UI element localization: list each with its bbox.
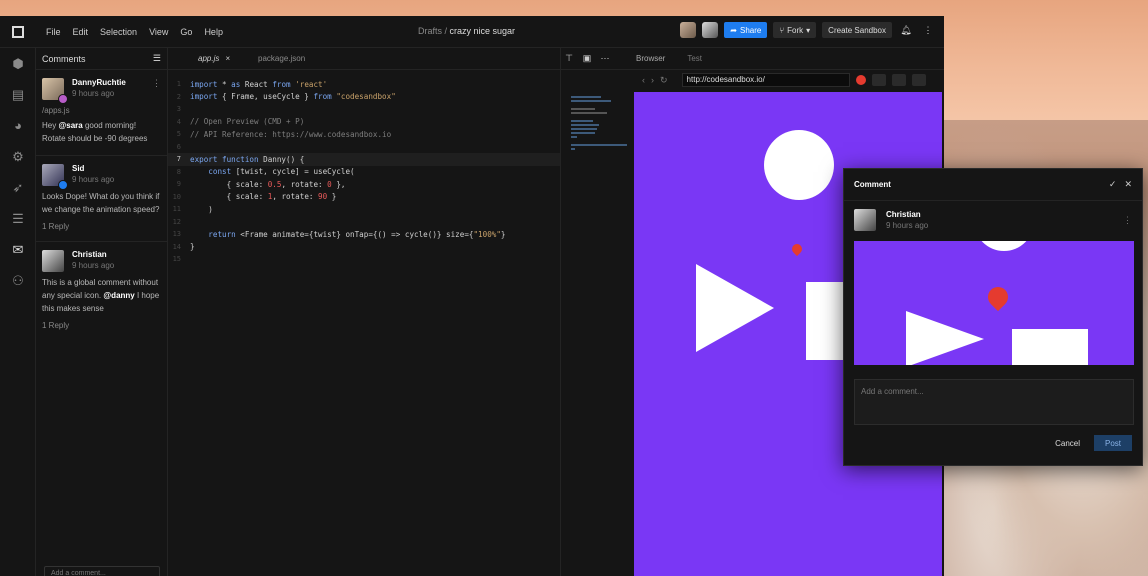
more-menu-icon[interactable]: ⋮: [920, 22, 936, 38]
code-editor[interactable]: app.js × package.json 1 import * as React …: [168, 48, 560, 576]
reply-count[interactable]: 1 Reply: [42, 222, 161, 231]
mention: @danny: [103, 291, 135, 300]
comment-time: 9 hours ago: [886, 221, 929, 230]
menu-file[interactable]: File: [40, 27, 67, 37]
deploy-rocket-icon[interactable]: ➶: [0, 172, 36, 203]
minimap[interactable]: [560, 48, 632, 576]
create-sandbox-button[interactable]: Create Sandbox: [822, 22, 892, 38]
forward-arrow-icon[interactable]: ›: [651, 75, 654, 85]
share-button[interactable]: ➦ Share: [724, 22, 768, 38]
tab-package-json[interactable]: package.json: [240, 48, 315, 70]
github-icon[interactable]: ◕: [0, 110, 36, 141]
more-icon[interactable]: ⋯: [596, 53, 614, 64]
chevron-down-icon: ▾: [806, 25, 811, 35]
collaborator-avatar[interactable]: [680, 22, 697, 38]
reply-input[interactable]: Add a comment...: [854, 379, 1134, 425]
server-icon[interactable]: ☰: [0, 203, 36, 234]
comment-item[interactable]: Sid 9 hours ago Looks Dope! What do you …: [36, 156, 167, 242]
mention: @sara: [58, 121, 83, 130]
comment-author: Christian: [72, 250, 107, 259]
cancel-button[interactable]: Cancel: [1055, 439, 1080, 448]
tab-test[interactable]: Test: [687, 54, 702, 63]
open-window-icon[interactable]: [891, 74, 906, 86]
avatar: [854, 209, 876, 231]
dialog-title: Comment: [854, 180, 891, 189]
more-options-icon[interactable]: ⋮: [1123, 215, 1132, 226]
fork-button[interactable]: ⑂ Fork ▾: [773, 22, 817, 38]
menu-help[interactable]: Help: [198, 27, 229, 37]
filter-icon[interactable]: ☰: [153, 53, 161, 64]
refresh-icon[interactable]: ↻: [660, 75, 668, 86]
split-view-icon[interactable]: ⊤: [560, 53, 578, 64]
code-badge-icon: [58, 180, 68, 190]
avatar: [42, 250, 64, 272]
tab-app-js[interactable]: app.js ×: [168, 48, 240, 70]
share-icon: ➦: [730, 25, 737, 35]
back-arrow-icon[interactable]: ‹: [642, 75, 645, 85]
responsive-icon[interactable]: [871, 74, 886, 86]
comments-title: Comments: [42, 53, 86, 64]
comment-body: Looks Dope! What do you think if we chan…: [42, 192, 160, 214]
menubar: File Edit Selection View Go Help Drafts …: [0, 16, 944, 48]
layout-icon[interactable]: ▣: [578, 53, 596, 64]
file-explorer-icon[interactable]: ▤: [0, 79, 36, 110]
comment-pin-icon[interactable]: [855, 75, 866, 85]
menu-edit[interactable]: Edit: [67, 27, 95, 37]
code-content[interactable]: 1 import * as React from 'react' 2 import …: [168, 78, 560, 266]
notifications-bell-icon[interactable]: 🔔︎: [898, 22, 914, 38]
url-input[interactable]: http://codesandbox.io/: [681, 73, 850, 87]
comment-author: Sid: [72, 164, 85, 173]
comment-dialog: Comment ✓ ✕ Christian 9 hours ago ⋮ Add …: [843, 168, 1143, 466]
screenshot-icon[interactable]: [911, 74, 926, 86]
comments-panel: Comments ☰ DannyRuchtie 9 hours ago ⋮ /a…: [36, 48, 168, 576]
comment-pin-marker[interactable]: [789, 241, 805, 257]
white-triangle-shape: [696, 264, 774, 352]
fork-icon: ⑂: [779, 25, 785, 35]
activity-bar: ⬢ ▤ ◕ ⚙ ➶ ☰ ✉ ⚇: [0, 48, 36, 576]
comment-time: 9 hours ago: [72, 261, 115, 270]
menu-go[interactable]: Go: [174, 27, 198, 37]
project-name[interactable]: crazy nice sugar: [450, 26, 516, 36]
comment-screenshot: [854, 241, 1134, 365]
comment-body: This is a global comment without any spe…: [42, 278, 160, 313]
avatar: [42, 164, 68, 190]
more-options-icon[interactable]: ⋮: [152, 78, 161, 89]
comment-item[interactable]: DannyRuchtie 9 hours ago ⋮ /apps.js Hey …: [36, 70, 167, 156]
comment-item[interactable]: Christian 9 hours ago This is a global c…: [36, 242, 167, 340]
file-badge-icon: [58, 94, 68, 104]
sandbox-title[interactable]: Drafts / crazy nice sugar: [418, 26, 515, 36]
menu-view[interactable]: View: [143, 27, 174, 37]
menu-selection[interactable]: Selection: [94, 27, 143, 37]
comment-time: 9 hours ago: [72, 89, 115, 98]
resolve-check-icon[interactable]: ✓: [1109, 179, 1117, 190]
codesandbox-logo-icon[interactable]: [0, 16, 36, 48]
close-icon[interactable]: ✕: [1124, 179, 1132, 190]
live-users-icon[interactable]: ⚇: [0, 265, 36, 296]
comments-icon[interactable]: ✉: [0, 234, 36, 265]
comment-author: DannyRuchtie: [72, 78, 126, 87]
sandbox-info-icon[interactable]: ⬢: [0, 48, 36, 79]
comment-file-reference[interactable]: /apps.js: [42, 106, 161, 115]
close-icon[interactable]: ×: [225, 54, 230, 63]
avatar: [42, 78, 68, 104]
comment-body: Hey @sara good morning! Rotate should be…: [42, 121, 148, 143]
white-circle-shape: [764, 130, 834, 200]
preview-toolbar: ⊤ ▣ ⋯ Browser Test: [560, 48, 944, 70]
breadcrumb-drafts[interactable]: Drafts /: [418, 26, 447, 36]
post-button[interactable]: Post: [1094, 435, 1132, 451]
collaborator-avatar[interactable]: [702, 22, 719, 38]
comment-author: Christian: [886, 210, 921, 219]
codesandbox-window: File Edit Selection View Go Help Drafts …: [0, 16, 944, 576]
settings-gear-icon[interactable]: ⚙: [0, 141, 36, 172]
add-comment-input[interactable]: Add a comment...: [44, 566, 160, 576]
browser-urlbar: ‹ › ↻ http://codesandbox.io/: [632, 70, 944, 90]
comment-time: 9 hours ago: [72, 175, 115, 184]
reply-count[interactable]: 1 Reply: [42, 321, 161, 330]
tab-browser[interactable]: Browser: [636, 54, 665, 63]
